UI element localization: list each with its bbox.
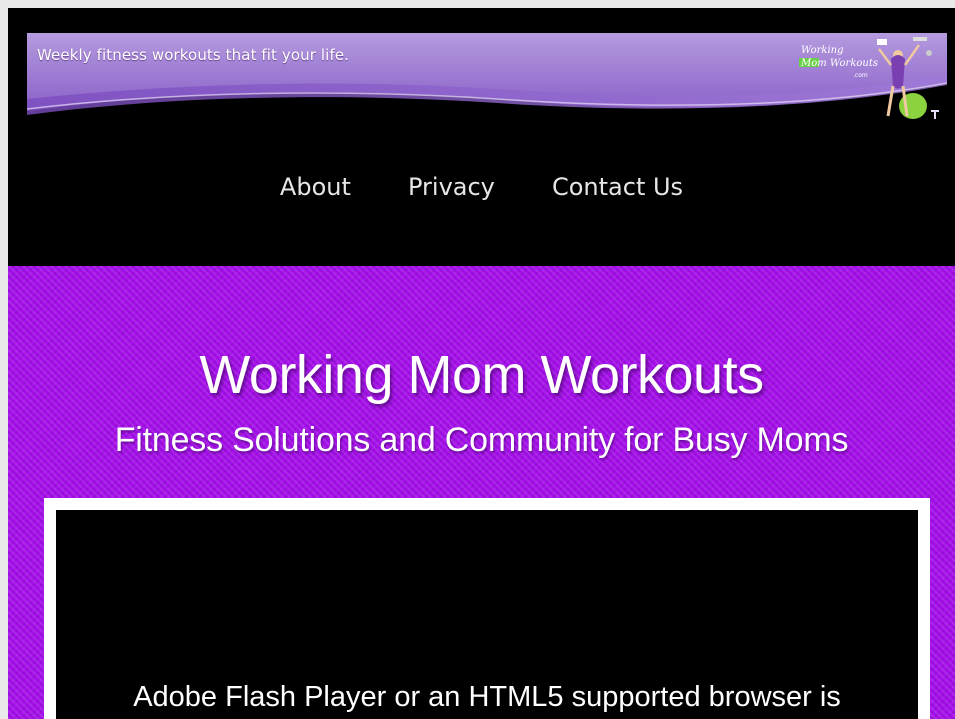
nav-item-contact-us[interactable]: Contact Us — [552, 173, 683, 201]
svg-text:Working: Working — [801, 45, 844, 56]
site-title: Working Mom Workouts — [199, 345, 764, 405]
video-frame: Adobe Flash Player or an HTML5 supported… — [44, 498, 930, 719]
svg-text:.com: .com — [853, 72, 868, 79]
site-logo[interactable]: Working Mom Workouts .com — [793, 31, 943, 131]
svg-text:Mom Workouts: Mom Workouts — [800, 58, 878, 69]
main-nav: About Privacy Contact Us — [8, 173, 955, 201]
header-banner[interactable]: Weekly fitness workouts that fit your li… — [27, 31, 947, 131]
flash-fallback-message: Adobe Flash Player or an HTML5 supported… — [133, 681, 841, 713]
site-subtitle: Fitness Solutions and Community for Busy… — [114, 421, 849, 459]
nav-item-privacy[interactable]: Privacy — [408, 173, 495, 201]
nav-item-about[interactable]: About — [280, 173, 351, 201]
header-tagline: Weekly fitness workouts that fit your li… — [37, 46, 350, 64]
page: Weekly fitness workouts that fit your li… — [8, 8, 955, 719]
video-player[interactable]: Adobe Flash Player or an HTML5 supported… — [56, 510, 918, 719]
juggling-mom-logo-icon: Working Mom Workouts .com — [799, 37, 939, 119]
hero-section: Working Mom Workouts Fitness Solutions a… — [8, 266, 955, 719]
